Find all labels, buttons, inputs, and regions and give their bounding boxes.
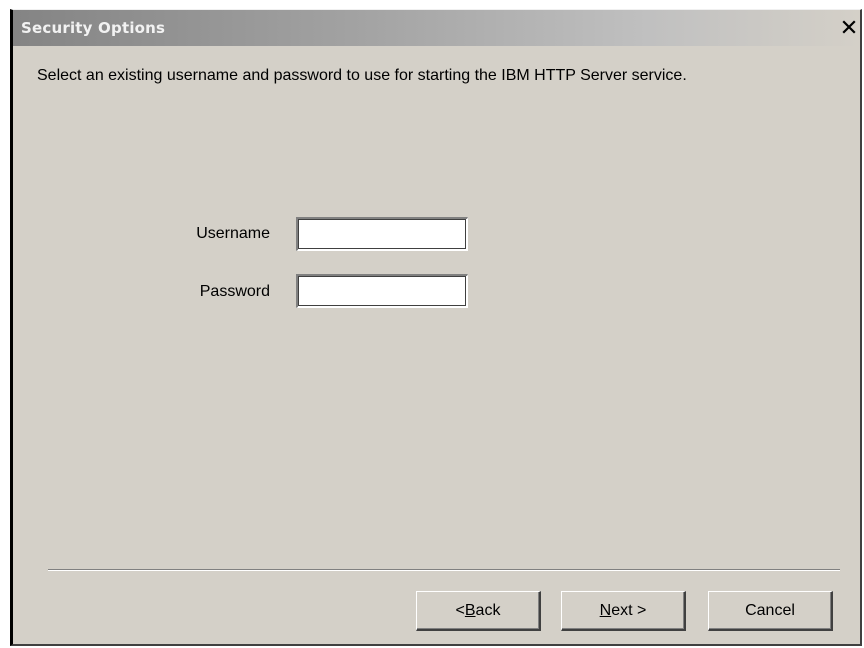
back-button-prefix: < [455, 601, 465, 619]
next-button-rest: ext > [611, 601, 647, 619]
password-label: Password [199, 283, 270, 300]
title-bar[interactable]: Security Options [13, 10, 860, 46]
footer-separator [48, 569, 840, 571]
cancel-button[interactable]: Cancel [708, 591, 833, 631]
back-button-rest: ack [475, 601, 501, 619]
username-field[interactable] [296, 217, 468, 251]
close-icon [842, 20, 856, 34]
back-button-accel: B [464, 601, 476, 619]
window-title: Security Options [21, 19, 166, 37]
instruction-text: Select an existing username and password… [37, 67, 687, 84]
username-label: Username [196, 225, 270, 242]
back-button[interactable]: < Back [416, 591, 541, 631]
security-options-dialog: Security Options Select an existing user… [10, 9, 862, 646]
next-button[interactable]: Next > [561, 591, 686, 631]
close-button[interactable] [838, 16, 860, 38]
password-field[interactable] [296, 274, 468, 308]
next-button-accel: N [599, 601, 612, 619]
